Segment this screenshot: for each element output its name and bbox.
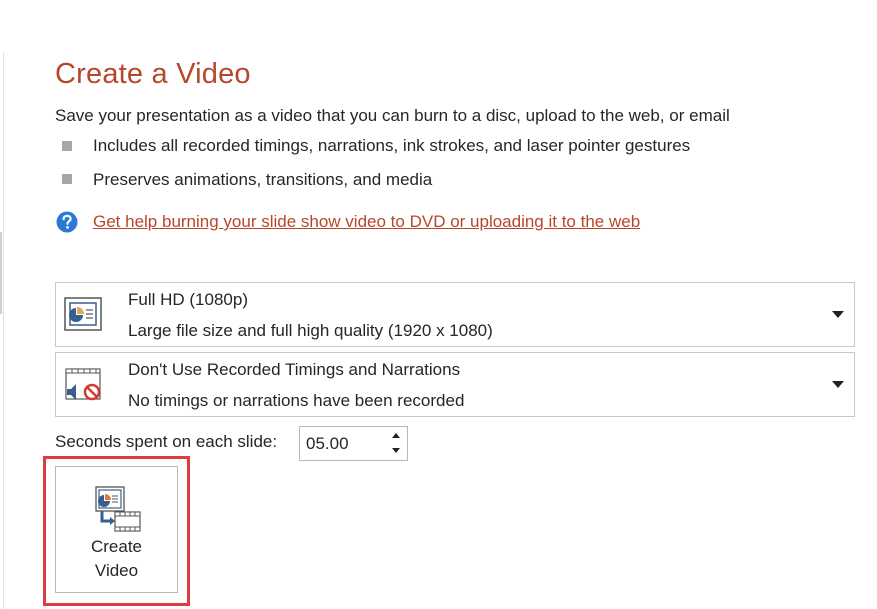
bullet-text: Preserves animations, transitions, and m… [93, 170, 433, 189]
spin-down-button[interactable] [391, 446, 401, 456]
chevron-down-icon [832, 381, 844, 388]
create-video-button[interactable]: Create Video [55, 466, 178, 593]
create-video-label: Create Video [56, 535, 177, 583]
help-icon[interactable] [56, 211, 78, 233]
quality-description: Large file size and full high quality (1… [128, 321, 493, 340]
backstage-nav-edge [0, 232, 2, 314]
chevron-down-icon [832, 311, 844, 318]
create-video-icon [95, 486, 141, 532]
seconds-input[interactable] [306, 433, 381, 455]
help-link[interactable]: Get help burning your slide show video t… [93, 212, 640, 232]
seconds-label: Seconds spent on each slide: [55, 432, 278, 451]
spin-up-button[interactable] [391, 431, 401, 441]
timings-description: No timings or narrations have been recor… [128, 391, 465, 410]
page-title: Create a Video [55, 58, 251, 90]
create-video-label-line2: Video [94, 561, 139, 580]
bullet-text: Includes all recorded timings, narration… [93, 136, 691, 155]
timings-title: Don't Use Recorded Timings and Narration… [128, 360, 461, 379]
create-video-label-line1: Create [90, 537, 143, 556]
left-divider [3, 52, 4, 609]
seconds-spinner [299, 426, 408, 461]
bullet-marker [62, 141, 72, 151]
no-narration-icon [65, 368, 101, 401]
bullet-marker [62, 174, 72, 184]
page-subtitle: Save your presentation as a video that y… [55, 106, 730, 125]
quality-title: Full HD (1080p) [128, 290, 248, 309]
video-quality-dropdown[interactable]: Full HD (1080p) Large file size and full… [55, 282, 855, 347]
presentation-quality-icon [64, 297, 102, 331]
timings-narrations-dropdown[interactable]: Don't Use Recorded Timings and Narration… [55, 352, 855, 417]
